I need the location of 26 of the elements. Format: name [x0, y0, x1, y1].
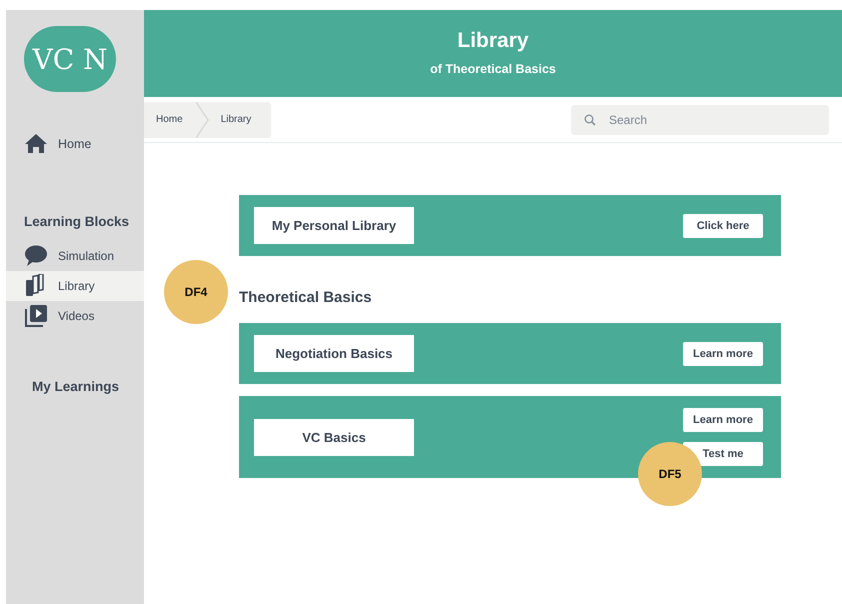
- breadcrumb-link[interactable]: Home: [156, 114, 183, 125]
- nav-item[interactable]: Home: [6, 129, 144, 159]
- card-button[interactable]: Learn more: [683, 342, 763, 366]
- card-title: VC Basics: [254, 418, 414, 456]
- play-video-icon: [24, 304, 48, 328]
- section-heading: Learning Blocks: [24, 214, 130, 229]
- card-button[interactable]: Learn more: [683, 408, 763, 432]
- annotation-marker: DF5: [638, 442, 702, 506]
- nav-item[interactable]: Simulation: [6, 241, 144, 271]
- search-field[interactable]: Search: [571, 104, 829, 134]
- home-icon: [24, 132, 48, 156]
- search-icon: [584, 114, 596, 126]
- breadcrumb-link[interactable]: Library: [220, 114, 252, 125]
- card-button[interactable]: Click here: [683, 214, 763, 238]
- nav-item[interactable]: Library: [6, 271, 144, 301]
- nav-item[interactable]: Videos: [6, 301, 144, 331]
- page-title: Library: [456, 28, 530, 54]
- card-title: My Personal Library: [254, 207, 414, 244]
- annotation-marker: DF4: [164, 260, 228, 324]
- logo-text: VC N: [32, 42, 108, 76]
- card-title: Negotiation Basics: [254, 335, 414, 372]
- section-heading: My Learnings: [32, 379, 120, 394]
- chevron-icon: [194, 102, 209, 138]
- speech-bubble-icon: [24, 244, 48, 268]
- page-subtitle: of Theoretical Basics: [429, 62, 557, 76]
- section-title: Theoretical Basics: [239, 289, 373, 306]
